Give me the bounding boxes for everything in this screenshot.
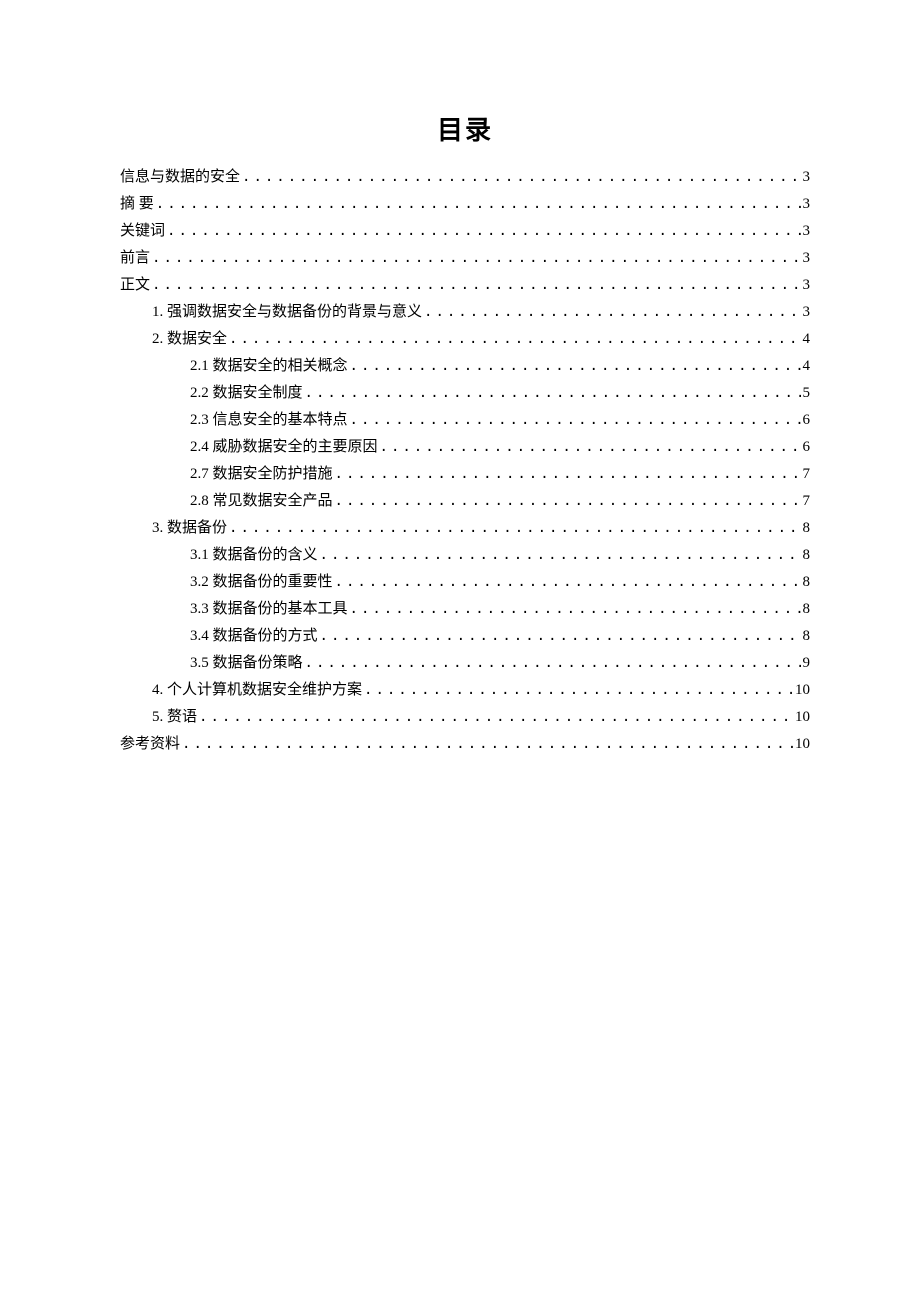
toc-entry-text: 参考资料 — [120, 732, 180, 756]
toc-entry: 2.3 信息安全的基本特点 6 — [120, 408, 810, 432]
toc-entry-text: 5. 赘语 — [152, 705, 197, 729]
toc-entry: 3.2 数据备份的重要性 8 — [120, 570, 810, 594]
toc-entry: 5. 赘语 10 — [120, 705, 810, 729]
toc-entry-text: 3.1 数据备份的含义 — [190, 543, 318, 567]
toc-entry: 关键词 3 — [120, 219, 810, 243]
toc-dots — [348, 355, 801, 377]
toc-entry-text: 2.3 信息安全的基本特点 — [190, 408, 348, 432]
toc-entry-text: 正文 — [120, 273, 150, 297]
toc-title: 目录 — [120, 110, 810, 147]
toc-entry-page: 8 — [801, 597, 811, 621]
toc-dots — [422, 301, 800, 323]
toc-entry-page: 10 — [793, 732, 810, 756]
toc-entry: 摘 要 3 — [120, 192, 810, 216]
toc-entry: 前言 3 — [120, 246, 810, 270]
toc-entry-page: 3 — [801, 219, 811, 243]
toc-entry: 参考资料 10 — [120, 732, 810, 756]
toc-entry-page: 3 — [801, 165, 811, 189]
toc-dots — [154, 193, 801, 215]
toc-entry-text: 关键词 — [120, 219, 165, 243]
toc-entry: 信息与数据的安全 3 — [120, 165, 810, 189]
toc-entry: 3.4 数据备份的方式 8 — [120, 624, 810, 648]
toc-dots — [333, 463, 801, 485]
toc-entry-page: 7 — [801, 489, 811, 513]
toc-entry-text: 3.4 数据备份的方式 — [190, 624, 318, 648]
toc-dots — [378, 436, 801, 458]
toc-entry-page: 6 — [801, 435, 811, 459]
toc-entry-text: 2.7 数据安全防护措施 — [190, 462, 333, 486]
toc-dots — [180, 733, 793, 755]
toc-entry: 2. 数据安全 4 — [120, 327, 810, 351]
toc-entry-text: 2.1 数据安全的相关概念 — [190, 354, 348, 378]
toc-entry: 3. 数据备份 8 — [120, 516, 810, 540]
toc-entry-text: 3.2 数据备份的重要性 — [190, 570, 333, 594]
toc-entry: 3.1 数据备份的含义 8 — [120, 543, 810, 567]
toc-entry-text: 3. 数据备份 — [152, 516, 227, 540]
toc-dots — [303, 382, 801, 404]
toc-entry-page: 8 — [801, 570, 811, 594]
toc-dots — [197, 706, 793, 728]
toc-entry: 2.1 数据安全的相关概念 4 — [120, 354, 810, 378]
toc-entry-page: 4 — [801, 354, 811, 378]
toc-entry: 1. 强调数据安全与数据备份的背景与意义 3 — [120, 300, 810, 324]
toc-entry-page: 6 — [801, 408, 811, 432]
toc-list: 信息与数据的安全 3 摘 要 3 关键词 3 前言 3 正文 3 1. 强调数据… — [120, 165, 810, 756]
toc-dots — [227, 328, 800, 350]
toc-entry-page: 5 — [801, 381, 811, 405]
toc-entry-page: 7 — [801, 462, 811, 486]
toc-entry-text: 2.2 数据安全制度 — [190, 381, 303, 405]
toc-entry-text: 前言 — [120, 246, 150, 270]
toc-entry-text: 2. 数据安全 — [152, 327, 227, 351]
toc-entry-page: 3 — [801, 300, 811, 324]
toc-dots — [362, 679, 793, 701]
toc-entry: 3.3 数据备份的基本工具 8 — [120, 597, 810, 621]
toc-entry-page: 9 — [801, 651, 811, 675]
toc-dots — [240, 166, 800, 188]
toc-dots — [318, 544, 801, 566]
toc-dots — [165, 220, 800, 242]
toc-entry: 2.2 数据安全制度 5 — [120, 381, 810, 405]
toc-entry-page: 3 — [801, 192, 811, 216]
toc-entry-page: 10 — [793, 705, 810, 729]
toc-entry-text: 摘 要 — [120, 192, 154, 216]
toc-entry: 2.7 数据安全防护措施 7 — [120, 462, 810, 486]
toc-entry: 3.5 数据备份策略 9 — [120, 651, 810, 675]
toc-entry-text: 3.5 数据备份策略 — [190, 651, 303, 675]
toc-dots — [150, 274, 800, 296]
toc-entry-text: 2.8 常见数据安全产品 — [190, 489, 333, 513]
toc-entry-page: 10 — [793, 678, 810, 702]
toc-dots — [227, 517, 800, 539]
toc-entry-page: 3 — [801, 273, 811, 297]
toc-entry: 4. 个人计算机数据安全维护方案 10 — [120, 678, 810, 702]
toc-entry-page: 4 — [801, 327, 811, 351]
toc-entry: 2.8 常见数据安全产品 7 — [120, 489, 810, 513]
toc-entry: 2.4 威胁数据安全的主要原因 6 — [120, 435, 810, 459]
toc-entry-page: 8 — [801, 624, 811, 648]
toc-entry-page: 8 — [801, 543, 811, 567]
toc-dots — [348, 409, 801, 431]
toc-dots — [318, 625, 801, 647]
toc-entry-text: 信息与数据的安全 — [120, 165, 240, 189]
toc-dots — [333, 490, 801, 512]
toc-entry-text: 3.3 数据备份的基本工具 — [190, 597, 348, 621]
toc-entry-page: 3 — [801, 246, 811, 270]
toc-dots — [150, 247, 800, 269]
toc-dots — [333, 571, 801, 593]
toc-dots — [348, 598, 801, 620]
toc-dots — [303, 652, 801, 674]
toc-entry-text: 2.4 威胁数据安全的主要原因 — [190, 435, 378, 459]
toc-entry-text: 4. 个人计算机数据安全维护方案 — [152, 678, 362, 702]
toc-entry: 正文 3 — [120, 273, 810, 297]
toc-entry-page: 8 — [801, 516, 811, 540]
toc-entry-text: 1. 强调数据安全与数据备份的背景与意义 — [152, 300, 422, 324]
